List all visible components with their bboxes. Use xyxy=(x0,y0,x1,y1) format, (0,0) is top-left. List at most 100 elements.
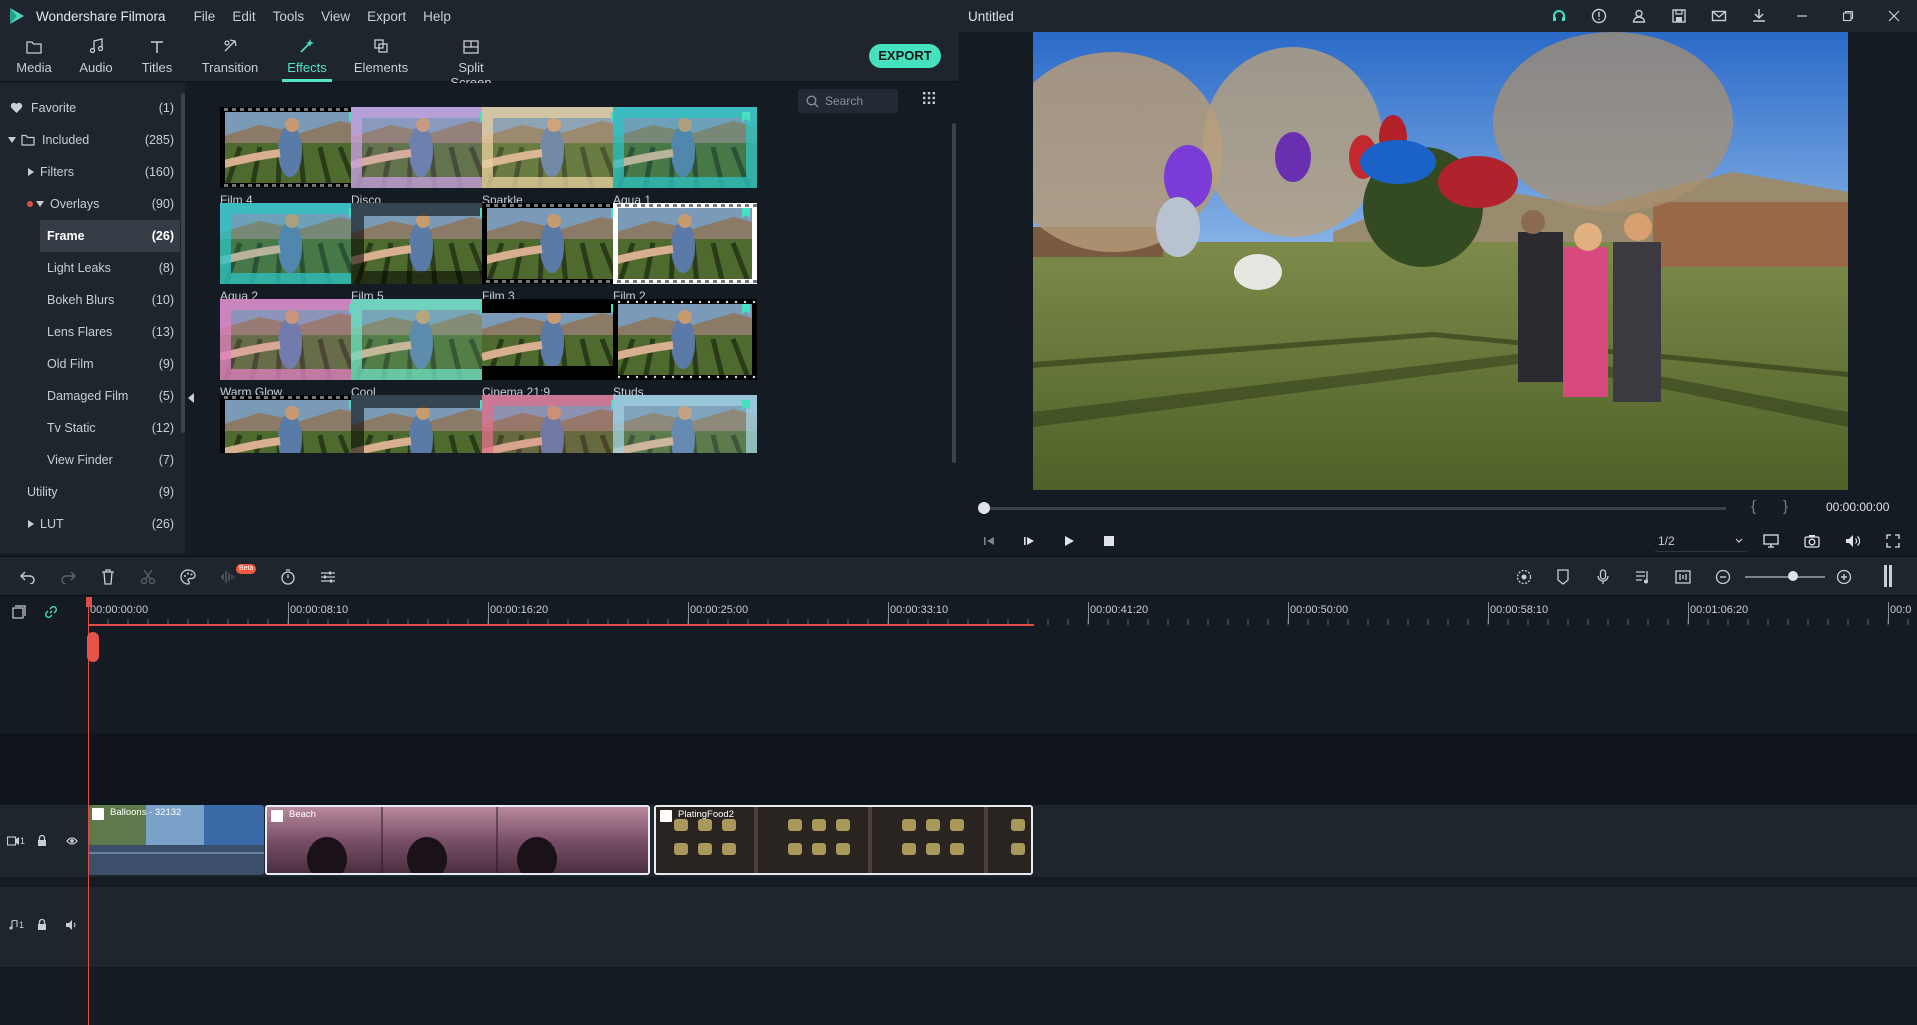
save-icon[interactable] xyxy=(1659,0,1699,32)
grid-view-icon[interactable] xyxy=(922,91,936,105)
effect-thumbnail[interactable] xyxy=(351,203,495,284)
add-track-icon[interactable] xyxy=(11,604,27,620)
preview-quality-select[interactable]: 1/2 xyxy=(1655,530,1747,552)
effect-thumbnail[interactable] xyxy=(613,299,757,380)
color-palette-icon[interactable] xyxy=(178,567,198,587)
play-icon[interactable] xyxy=(1057,529,1081,553)
adjust-sliders-icon[interactable] xyxy=(318,567,338,587)
video-clip[interactable]: Beach xyxy=(265,805,650,875)
sidebar-item-included[interactable]: Included (285) xyxy=(0,124,180,156)
undo-icon[interactable] xyxy=(18,567,38,587)
effect-thumbnail[interactable] xyxy=(351,299,495,380)
sidebar-item-bokeh-blurs[interactable]: Bokeh Blurs (10) xyxy=(0,284,180,316)
menu-tools[interactable]: Tools xyxy=(273,9,305,24)
zoom-out-icon[interactable] xyxy=(1713,567,1733,587)
effect-thumbnail[interactable] xyxy=(482,395,626,453)
effect-thumbnail[interactable] xyxy=(482,299,626,380)
tab-elements[interactable]: Elements xyxy=(352,32,410,82)
headset-icon[interactable] xyxy=(1539,0,1579,32)
search-input[interactable]: Search xyxy=(798,89,898,113)
tab-transition[interactable]: Transition xyxy=(199,32,261,82)
audio-waveform-icon[interactable] xyxy=(218,567,238,587)
marker-icon[interactable] xyxy=(1553,567,1573,587)
video-clip[interactable]: PlatingFood2 xyxy=(654,805,1033,875)
effect-thumbnail[interactable] xyxy=(220,395,364,453)
play-frame-icon[interactable] xyxy=(1017,529,1041,553)
sidebar-item-damaged-film[interactable]: Damaged Film (5) xyxy=(0,380,180,412)
redo-icon[interactable] xyxy=(58,567,78,587)
mark-out-icon[interactable]: } xyxy=(1783,498,1788,515)
menu-file[interactable]: File xyxy=(194,9,216,24)
download-icon[interactable] xyxy=(1739,0,1779,32)
effect-thumbnail[interactable] xyxy=(613,203,757,284)
preview-scrubber-handle[interactable] xyxy=(978,502,990,514)
sidebar-item-tv-static[interactable]: Tv Static (12) xyxy=(0,412,180,444)
preview-scrubber-track[interactable] xyxy=(980,507,1726,510)
volume-icon[interactable] xyxy=(1841,529,1865,553)
effect-thumbnail[interactable] xyxy=(482,107,626,188)
effect-thumbnail[interactable] xyxy=(482,203,626,284)
video-preview[interactable] xyxy=(1033,32,1848,490)
zoom-slider-track[interactable] xyxy=(1745,576,1825,578)
delete-icon[interactable] xyxy=(98,567,118,587)
effect-thumbnail[interactable] xyxy=(613,107,757,188)
tab-audio[interactable]: Audio xyxy=(74,32,118,82)
lock-icon[interactable] xyxy=(34,833,50,849)
timeline-options-icon[interactable] xyxy=(1884,565,1892,587)
sidebar-item-filters[interactable]: Filters (160) xyxy=(0,156,180,188)
tab-split-screen[interactable]: Split Screen xyxy=(436,32,506,90)
sidebar-item-frame[interactable]: Frame (26) xyxy=(40,220,180,252)
sidebar-item-utility[interactable]: Utility (9) xyxy=(0,476,180,508)
playhead-marker-handle[interactable] xyxy=(87,632,99,662)
maximize-icon[interactable] xyxy=(1825,0,1871,32)
sidebar-item-lens-flares[interactable]: Lens Flares (13) xyxy=(0,316,180,348)
playhead-head[interactable] xyxy=(86,597,92,607)
fullscreen-icon[interactable] xyxy=(1881,529,1905,553)
close-icon[interactable] xyxy=(1871,0,1917,32)
zoom-in-icon[interactable] xyxy=(1834,567,1854,587)
step-back-icon[interactable] xyxy=(977,529,1001,553)
effect-thumbnail[interactable] xyxy=(351,395,495,453)
lock-icon[interactable] xyxy=(34,917,50,933)
sidebar-item-overlays[interactable]: Overlays (90) xyxy=(0,188,180,220)
minimize-icon[interactable] xyxy=(1779,0,1825,32)
effect-thumbnail[interactable] xyxy=(351,107,495,188)
eye-icon[interactable] xyxy=(64,833,80,849)
sidebar-item-view-finder[interactable]: View Finder (7) xyxy=(0,444,180,476)
sidebar-item-light-leaks[interactable]: Light Leaks (8) xyxy=(0,252,180,284)
sidebar-scrollbar[interactable] xyxy=(181,93,185,433)
effect-thumbnail[interactable] xyxy=(613,395,757,453)
tab-titles[interactable]: Titles xyxy=(136,32,178,82)
menu-export[interactable]: Export xyxy=(367,9,406,24)
microphone-icon[interactable] xyxy=(1593,567,1613,587)
stop-icon[interactable] xyxy=(1097,529,1121,553)
zoom-slider-handle[interactable] xyxy=(1788,571,1798,581)
account-icon[interactable] xyxy=(1619,0,1659,32)
playhead[interactable] xyxy=(88,597,89,1025)
audio-mixer-icon[interactable] xyxy=(1633,567,1653,587)
effect-thumbnail[interactable] xyxy=(220,299,364,380)
timeline-ruler[interactable]: 00:00:00:00 00:00:08:10 00:00:16:20 00:00:2… xyxy=(0,597,1917,627)
collapse-sidebar-icon[interactable] xyxy=(186,391,196,405)
effect-thumbnail[interactable] xyxy=(220,107,364,188)
menu-edit[interactable]: Edit xyxy=(232,9,255,24)
voiceover-icon[interactable] xyxy=(1673,567,1693,587)
menu-help[interactable]: Help xyxy=(423,9,451,24)
export-button[interactable]: EXPORT xyxy=(869,44,941,68)
speed-timer-icon[interactable] xyxy=(278,567,298,587)
sidebar-item-old-film[interactable]: Old Film (9) xyxy=(0,348,180,380)
sidebar-item-favorite[interactable]: Favorite (1) xyxy=(0,92,180,124)
effect-thumbnail[interactable] xyxy=(220,203,364,284)
speaker-icon[interactable] xyxy=(64,917,80,933)
tab-media[interactable]: Media xyxy=(12,32,56,82)
render-preview-icon[interactable] xyxy=(1514,567,1534,587)
scissors-icon[interactable] xyxy=(138,567,158,587)
menu-view[interactable]: View xyxy=(321,9,350,24)
monitor-icon[interactable] xyxy=(1759,529,1783,553)
snapshot-icon[interactable] xyxy=(1800,529,1824,553)
link-icon[interactable] xyxy=(43,604,59,620)
browser-scrollbar[interactable] xyxy=(952,123,956,463)
mail-icon[interactable] xyxy=(1699,0,1739,32)
info-icon[interactable] xyxy=(1579,0,1619,32)
video-clip[interactable]: Balloons - 32132 xyxy=(88,805,264,875)
